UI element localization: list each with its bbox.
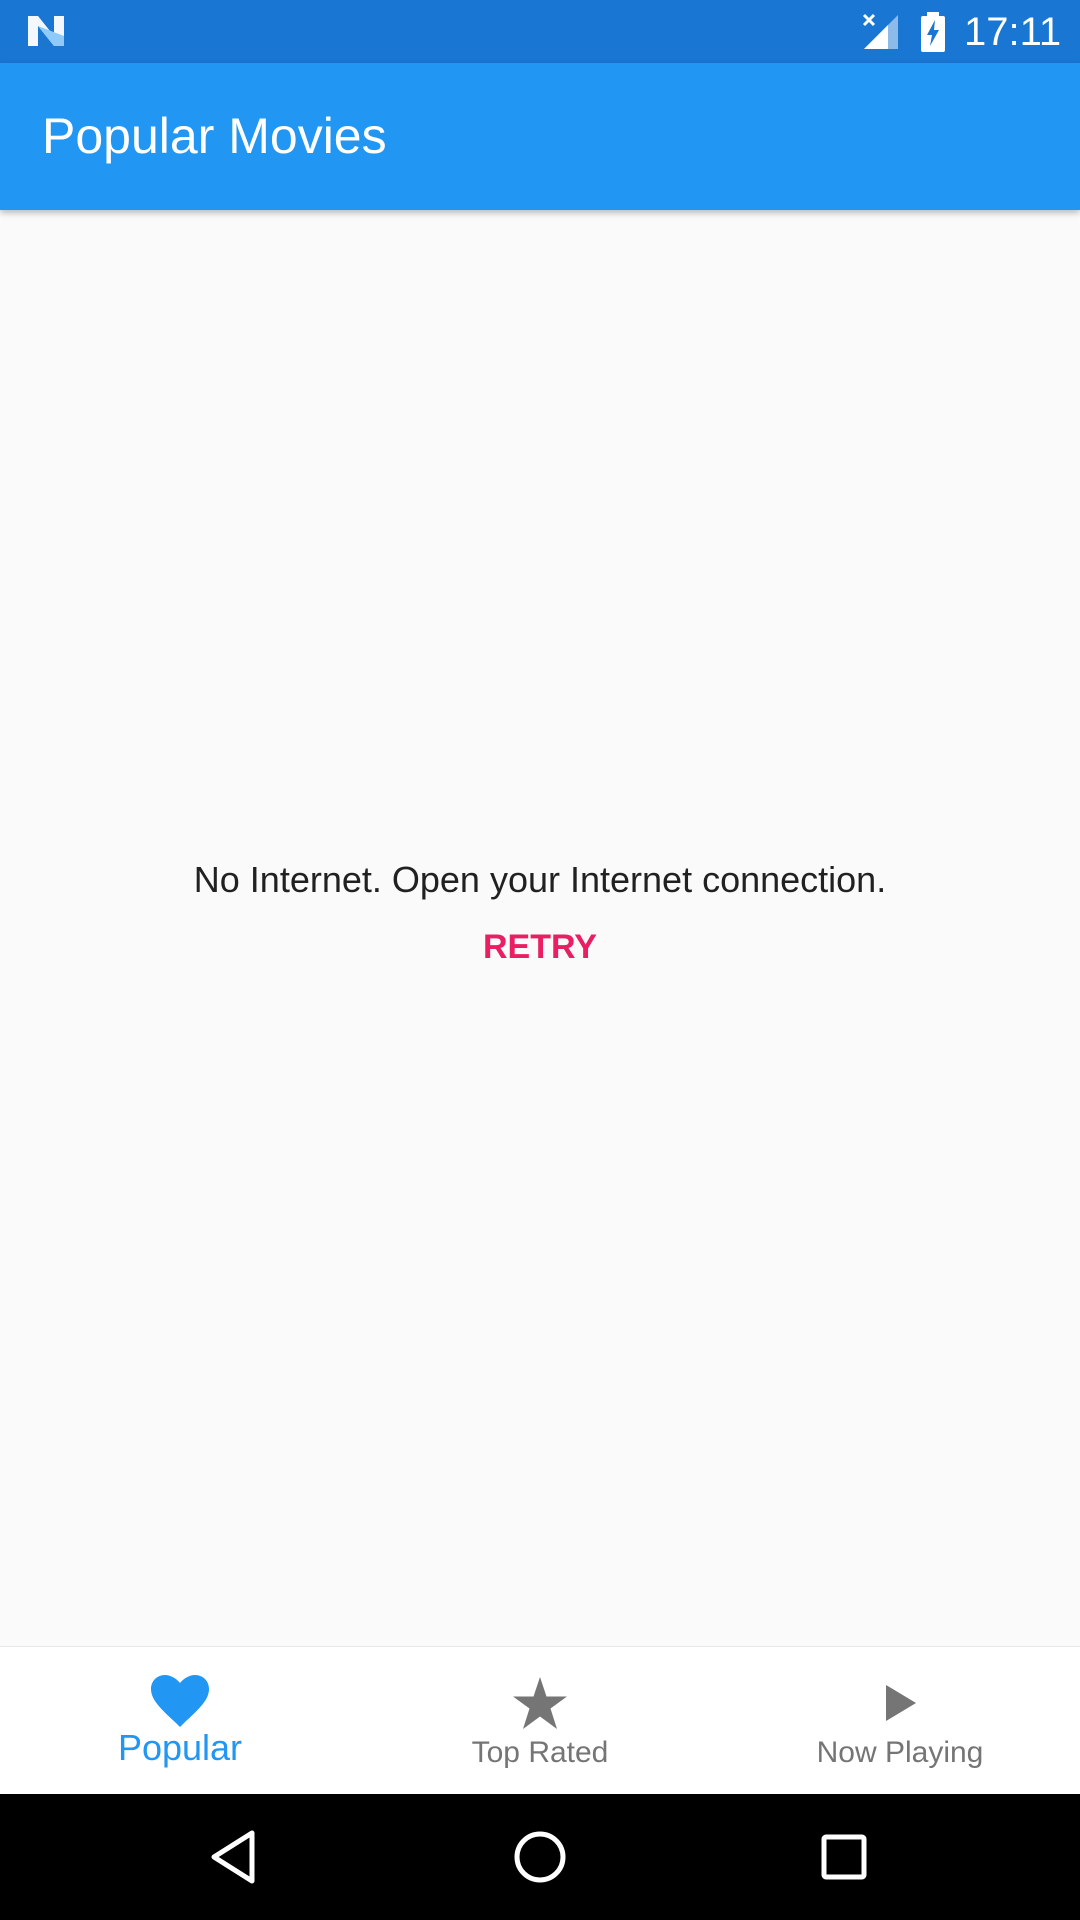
home-icon[interactable] [510, 1827, 570, 1887]
nav-item-now-playing[interactable]: Now Playing [720, 1647, 1080, 1795]
back-icon[interactable] [206, 1827, 266, 1887]
nav-item-popular[interactable]: Popular [0, 1647, 360, 1795]
battery-charging-icon [921, 12, 945, 52]
bottom-navigation: Popular Top Rated Now Playing [0, 1646, 1080, 1794]
play-icon [886, 1685, 916, 1721]
status-bar: 17:11 [0, 0, 1080, 63]
app-bar: Popular Movies [0, 63, 1080, 210]
nav-item-label: Now Playing [816, 1736, 984, 1769]
nav-item-label: Popular [117, 1727, 243, 1768]
system-navigation-bar [0, 1794, 1080, 1920]
heart-icon [151, 1675, 209, 1727]
recents-icon[interactable] [814, 1827, 874, 1887]
signal-no-data-icon [862, 13, 898, 49]
nav-item-top-rated[interactable]: Top Rated [360, 1647, 720, 1795]
clock: 17:11 [964, 10, 1062, 54]
star-icon [513, 1677, 567, 1729]
page-title: Popular Movies [42, 108, 387, 164]
nav-item-label: Top Rated [471, 1736, 609, 1769]
main-content: No Internet. Open your Internet connecti… [0, 210, 1080, 1646]
no-internet-message: No Internet. Open your Internet connecti… [193, 859, 887, 900]
n-logo-icon [28, 16, 64, 46]
retry-button[interactable]: RETRY [470, 922, 610, 972]
